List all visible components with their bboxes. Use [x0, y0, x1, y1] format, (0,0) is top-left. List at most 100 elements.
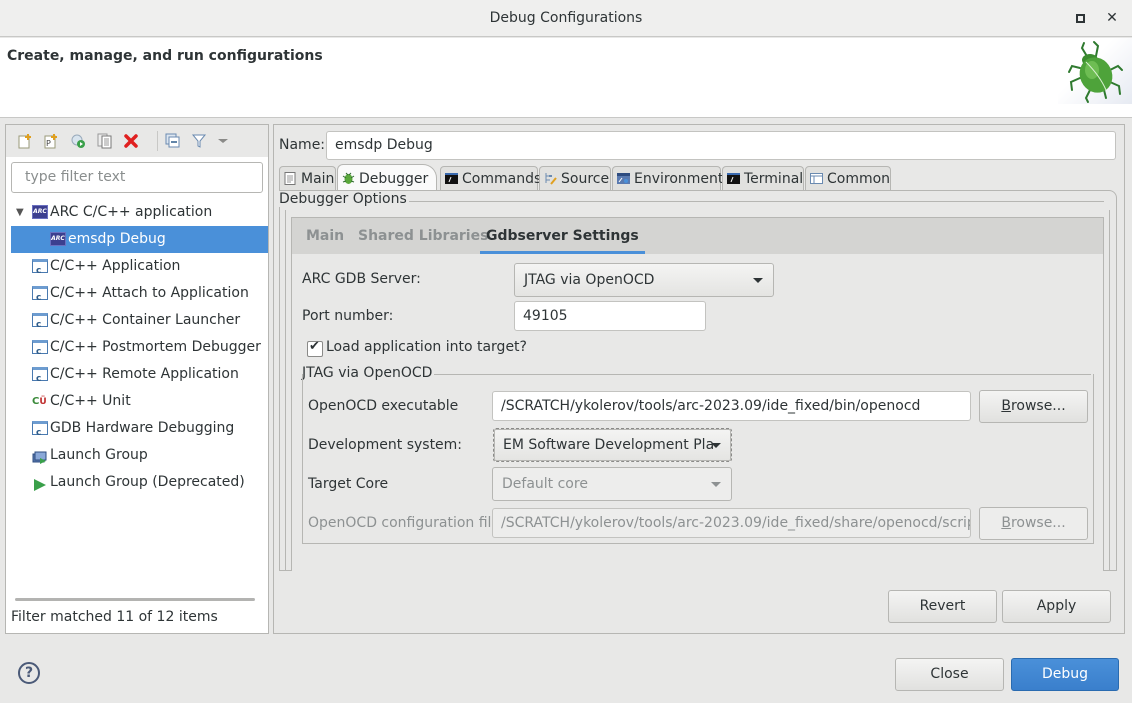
filter-menu-button[interactable]: [215, 133, 231, 149]
subtab-shared-libraries[interactable]: Shared Libraries: [358, 218, 488, 254]
duplicate-icon: [97, 133, 112, 149]
c-app-icon: [32, 258, 48, 285]
revert-button[interactable]: Revert: [888, 590, 997, 623]
development-system-label: Development system:: [308, 437, 463, 453]
collapse-all-icon: [165, 133, 180, 148]
openocd-config-file-input[interactable]: /SCRATCH/ykolerov/tools/arc-2023.09/ide_…: [492, 508, 971, 538]
subtab-gdbserver-settings[interactable]: Gdbserver Settings: [480, 218, 645, 254]
target-core-label: Target Core: [308, 476, 389, 492]
tree-item-gdb-hardware[interactable]: GDB Hardware Debugging: [6, 415, 268, 447]
filter-button[interactable]: [191, 133, 207, 149]
tab-debugger[interactable]: Debugger: [337, 164, 437, 191]
help-button[interactable]: ?: [18, 662, 40, 684]
openocd-config-file-label: OpenOCD configuration file: [308, 515, 501, 531]
terminal-icon: [727, 169, 740, 184]
source-icon: [544, 169, 557, 185]
chevron-down-icon: [753, 278, 763, 283]
window-title: Debug Configurations: [489, 10, 643, 26]
tab-common[interactable]: Common: [805, 166, 891, 190]
gdbserver-subpanel: Main Shared Libraries Gdbserver Settings…: [291, 217, 1104, 571]
tree-item-cpp-unit[interactable]: CÜ C/C++ Unit: [6, 388, 268, 415]
tab-main[interactable]: Main: [279, 166, 336, 190]
target-core-select[interactable]: Default core: [492, 467, 732, 501]
terminal-icon: [445, 169, 458, 184]
new-configuration-button[interactable]: [17, 133, 33, 149]
tree-item-emsdp-debug[interactable]: ARC emsdp Debug: [11, 226, 268, 253]
bug-icon: [1068, 41, 1123, 103]
tab-commands[interactable]: Commands: [440, 166, 541, 190]
banner-message: Create, manage, and run configurations: [7, 48, 323, 64]
new-config-icon: [18, 134, 31, 149]
close-window-button[interactable]: ✕: [1102, 0, 1122, 37]
main-tab-icon: [284, 169, 297, 185]
apply-button[interactable]: Apply: [1002, 590, 1111, 623]
play-icon: [32, 475, 48, 491]
debug-button[interactable]: Debug: [1011, 658, 1119, 691]
c-app-icon: [32, 312, 48, 339]
openocd-executable-input[interactable]: /SCRATCH/ykolerov/tools/arc-2023.09/ide_…: [492, 391, 971, 421]
debugger-subtabs: Main Shared Libraries Gdbserver Settings: [292, 218, 1103, 254]
new-prototype-button[interactable]: P: [43, 133, 59, 149]
c-app-icon: [32, 420, 48, 447]
name-label: Name:: [279, 137, 326, 153]
load-application-checkbox[interactable]: [307, 339, 323, 357]
configuration-editor-panel: Name: emsdp Debug Main Debugger Commands…: [273, 124, 1125, 634]
port-number-input[interactable]: 49105: [514, 301, 706, 331]
expand-arrow-icon[interactable]: ▼: [16, 199, 24, 226]
tree-item-cpp-remote[interactable]: C/C++ Remote Application: [6, 361, 268, 393]
browse-label: rowse...: [1010, 398, 1066, 414]
launch-group-icon: [32, 448, 48, 464]
configuration-list-panel: P type filter text ▼ ARC ARC C/C++ appli…: [5, 124, 269, 634]
filter-status: Filter matched 11 of 12 items: [11, 609, 218, 625]
close-button[interactable]: Close: [895, 658, 1004, 691]
gdb-server-label: ARC GDB Server:: [302, 271, 421, 287]
chevron-down-icon: [711, 482, 721, 487]
filter-input[interactable]: type filter text: [11, 162, 263, 193]
c-app-icon: [32, 366, 48, 393]
export-button[interactable]: [70, 133, 86, 149]
delete-button[interactable]: [123, 133, 139, 149]
browse-label: rowse...: [1010, 515, 1066, 531]
name-input[interactable]: emsdp Debug: [326, 131, 1116, 160]
arc-icon: ARC: [50, 232, 66, 246]
port-number-label: Port number:: [302, 308, 394, 324]
new-prototype-icon: P: [44, 134, 57, 149]
duplicate-button[interactable]: [97, 133, 113, 149]
bug-icon: [342, 167, 355, 184]
arc-icon: ARC: [32, 205, 48, 219]
help-icon: ?: [24, 665, 34, 681]
filter-icon: [191, 134, 207, 148]
development-system-select[interactable]: EM Software Development Pla: [493, 428, 732, 462]
gdb-server-select[interactable]: JTAG via OpenOCD: [514, 263, 774, 297]
maximize-icon: [1075, 13, 1085, 23]
export-icon: [71, 134, 85, 148]
svg-text:P: P: [46, 139, 51, 148]
configuration-tree: ▼ ARC ARC C/C++ application ARC emsdp De…: [6, 199, 268, 496]
tab-environment[interactable]: Environment: [612, 166, 723, 190]
delete-icon: [124, 134, 138, 148]
banner-image: [1058, 38, 1132, 104]
tab-terminal[interactable]: Terminal: [722, 166, 804, 190]
c-app-icon: [32, 285, 48, 312]
tree-item-launch-group[interactable]: Launch Group: [6, 442, 268, 469]
maximize-button[interactable]: [1070, 0, 1090, 37]
fieldset-line: [404, 201, 1104, 202]
tree-item-arc-application[interactable]: ▼ ARC ARC C/C++ application: [6, 199, 268, 226]
environment-icon: [617, 169, 630, 184]
browse-executable-button[interactable]: Browse...: [979, 390, 1088, 423]
horizontal-scrollbar[interactable]: [15, 598, 255, 601]
common-icon: [810, 169, 823, 184]
openocd-executable-label: OpenOCD executable: [308, 398, 459, 414]
subtab-main[interactable]: Main: [306, 218, 344, 254]
tab-source[interactable]: Source: [539, 166, 611, 190]
toolbar-separator: [157, 131, 158, 151]
tree-item-cpp-application[interactable]: C/C++ Application: [6, 253, 268, 285]
tree-item-cpp-postmortem[interactable]: C/C++ Postmortem Debugger: [6, 334, 268, 366]
tree-item-cpp-container[interactable]: C/C++ Container Launcher: [6, 307, 268, 339]
config-toolbar: P: [6, 125, 268, 157]
browse-config-file-button[interactable]: Browse...: [979, 507, 1088, 540]
tree-item-cpp-attach[interactable]: C/C++ Attach to Application: [6, 280, 268, 312]
window-titlebar: Debug Configurations ✕: [0, 0, 1132, 37]
collapse-all-button[interactable]: [165, 133, 181, 149]
tree-item-launch-group-deprecated[interactable]: Launch Group (Deprecated): [6, 469, 268, 496]
